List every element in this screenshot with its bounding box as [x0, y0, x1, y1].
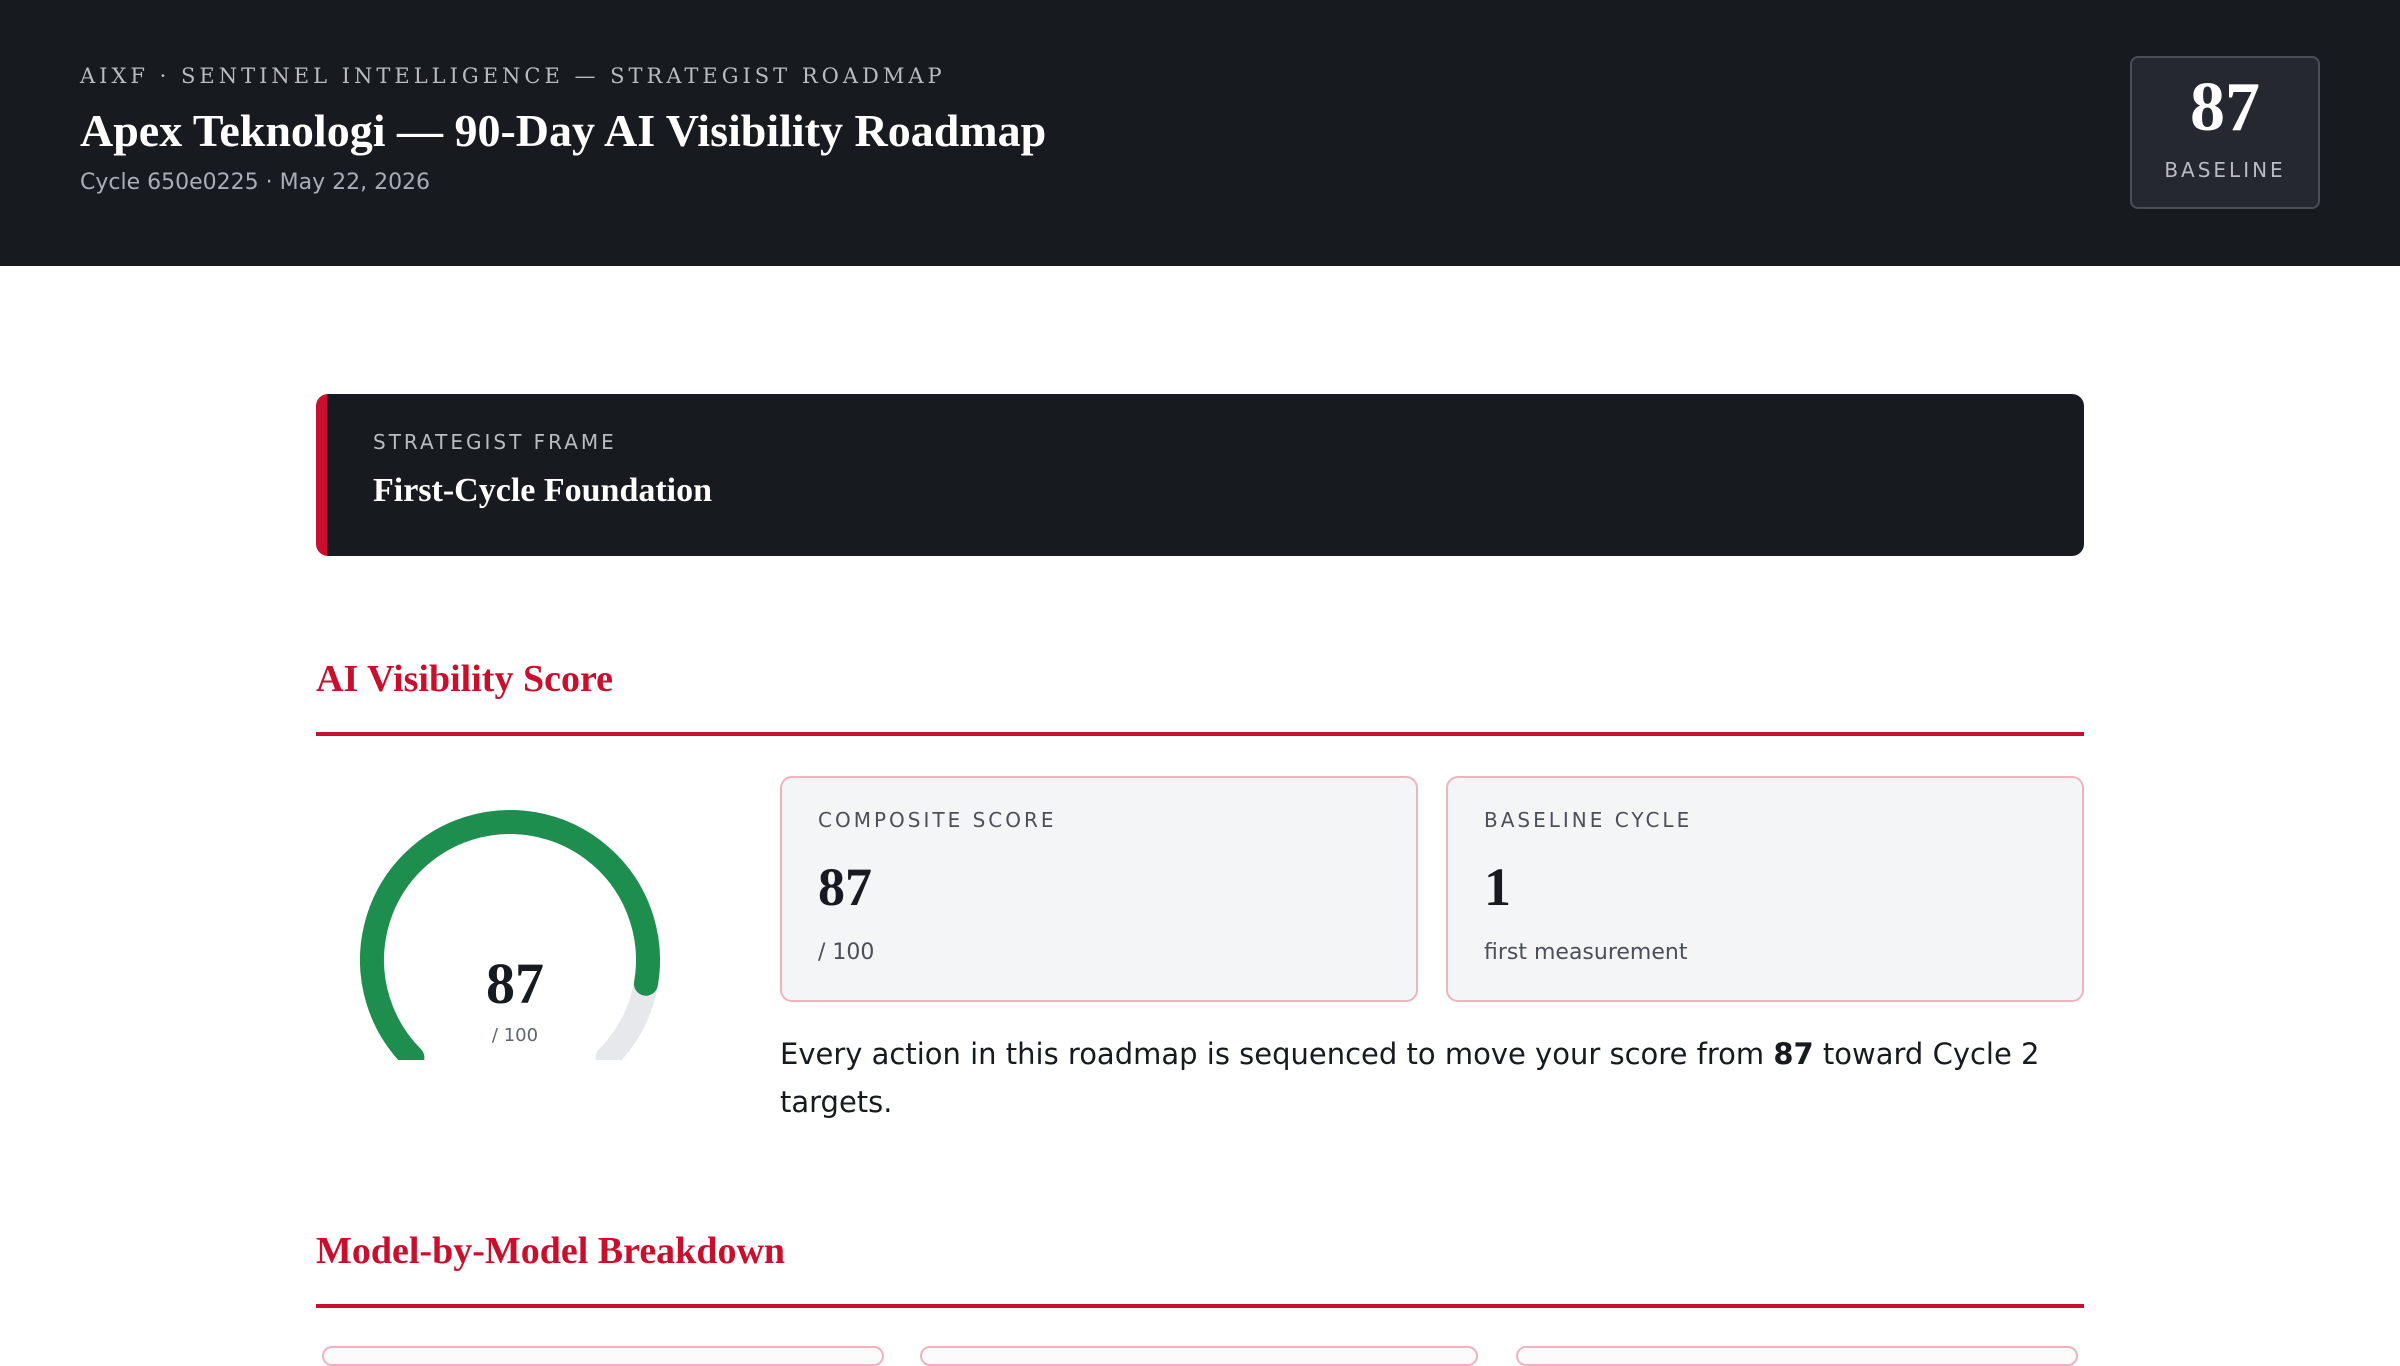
model-card [920, 1346, 1478, 1366]
baseline-label: BASELINE [2164, 158, 2286, 182]
model-card [322, 1346, 884, 1366]
gauge-graphic [360, 810, 660, 1070]
card-label: BASELINE CYCLE [1484, 808, 1693, 832]
header-eyebrow: AIXF · SENTINEL INTELLIGENCE — STRATEGIS… [80, 64, 946, 88]
section-divider [316, 732, 2084, 736]
score-summary: Every action in this roadmap is sequence… [780, 1030, 2080, 1126]
model-card [1516, 1346, 2078, 1366]
summary-score: 87 [1773, 1037, 1814, 1071]
card-sub: / 100 [818, 940, 875, 965]
gauge-value: 87 [486, 951, 544, 1016]
cycle-meta: Cycle 650e0225 · May 22, 2026 [80, 170, 431, 195]
baseline-score: 87 [2190, 69, 2260, 146]
page-title: Apex Teknologi — 90-Day AI Visibility Ro… [80, 105, 1047, 156]
summary-lead: Every action in this roadmap is sequence… [780, 1037, 1774, 1071]
card-label: COMPOSITE SCORE [818, 808, 1057, 832]
strategist-frame-banner: STRATEGIST FRAME First-Cycle Foundation [316, 394, 2084, 556]
baseline-cycle-card: BASELINE CYCLE 1 first measurement [1446, 776, 2084, 1002]
frame-eyebrow: STRATEGIST FRAME [373, 430, 617, 454]
composite-score-card: COMPOSITE SCORE 87 / 100 [780, 776, 1418, 1002]
frame-title: First-Cycle Foundation [373, 472, 713, 509]
card-sub: first measurement [1484, 940, 1688, 965]
baseline-badge: 87 BASELINE [2130, 56, 2320, 209]
card-value: 1 [1484, 857, 1511, 917]
section-title-visibility: AI Visibility Score [316, 658, 613, 700]
gauge-max: / 100 [491, 1025, 539, 1046]
card-value: 87 [818, 857, 872, 917]
section-divider [316, 1304, 2084, 1308]
report-header: AIXF · SENTINEL INTELLIGENCE — STRATEGIS… [0, 0, 2400, 266]
section-title-models: Model-by-Model Breakdown [316, 1230, 786, 1272]
gauge-fill [360, 810, 660, 1070]
score-gauge: 87 / 100 [340, 800, 680, 1070]
